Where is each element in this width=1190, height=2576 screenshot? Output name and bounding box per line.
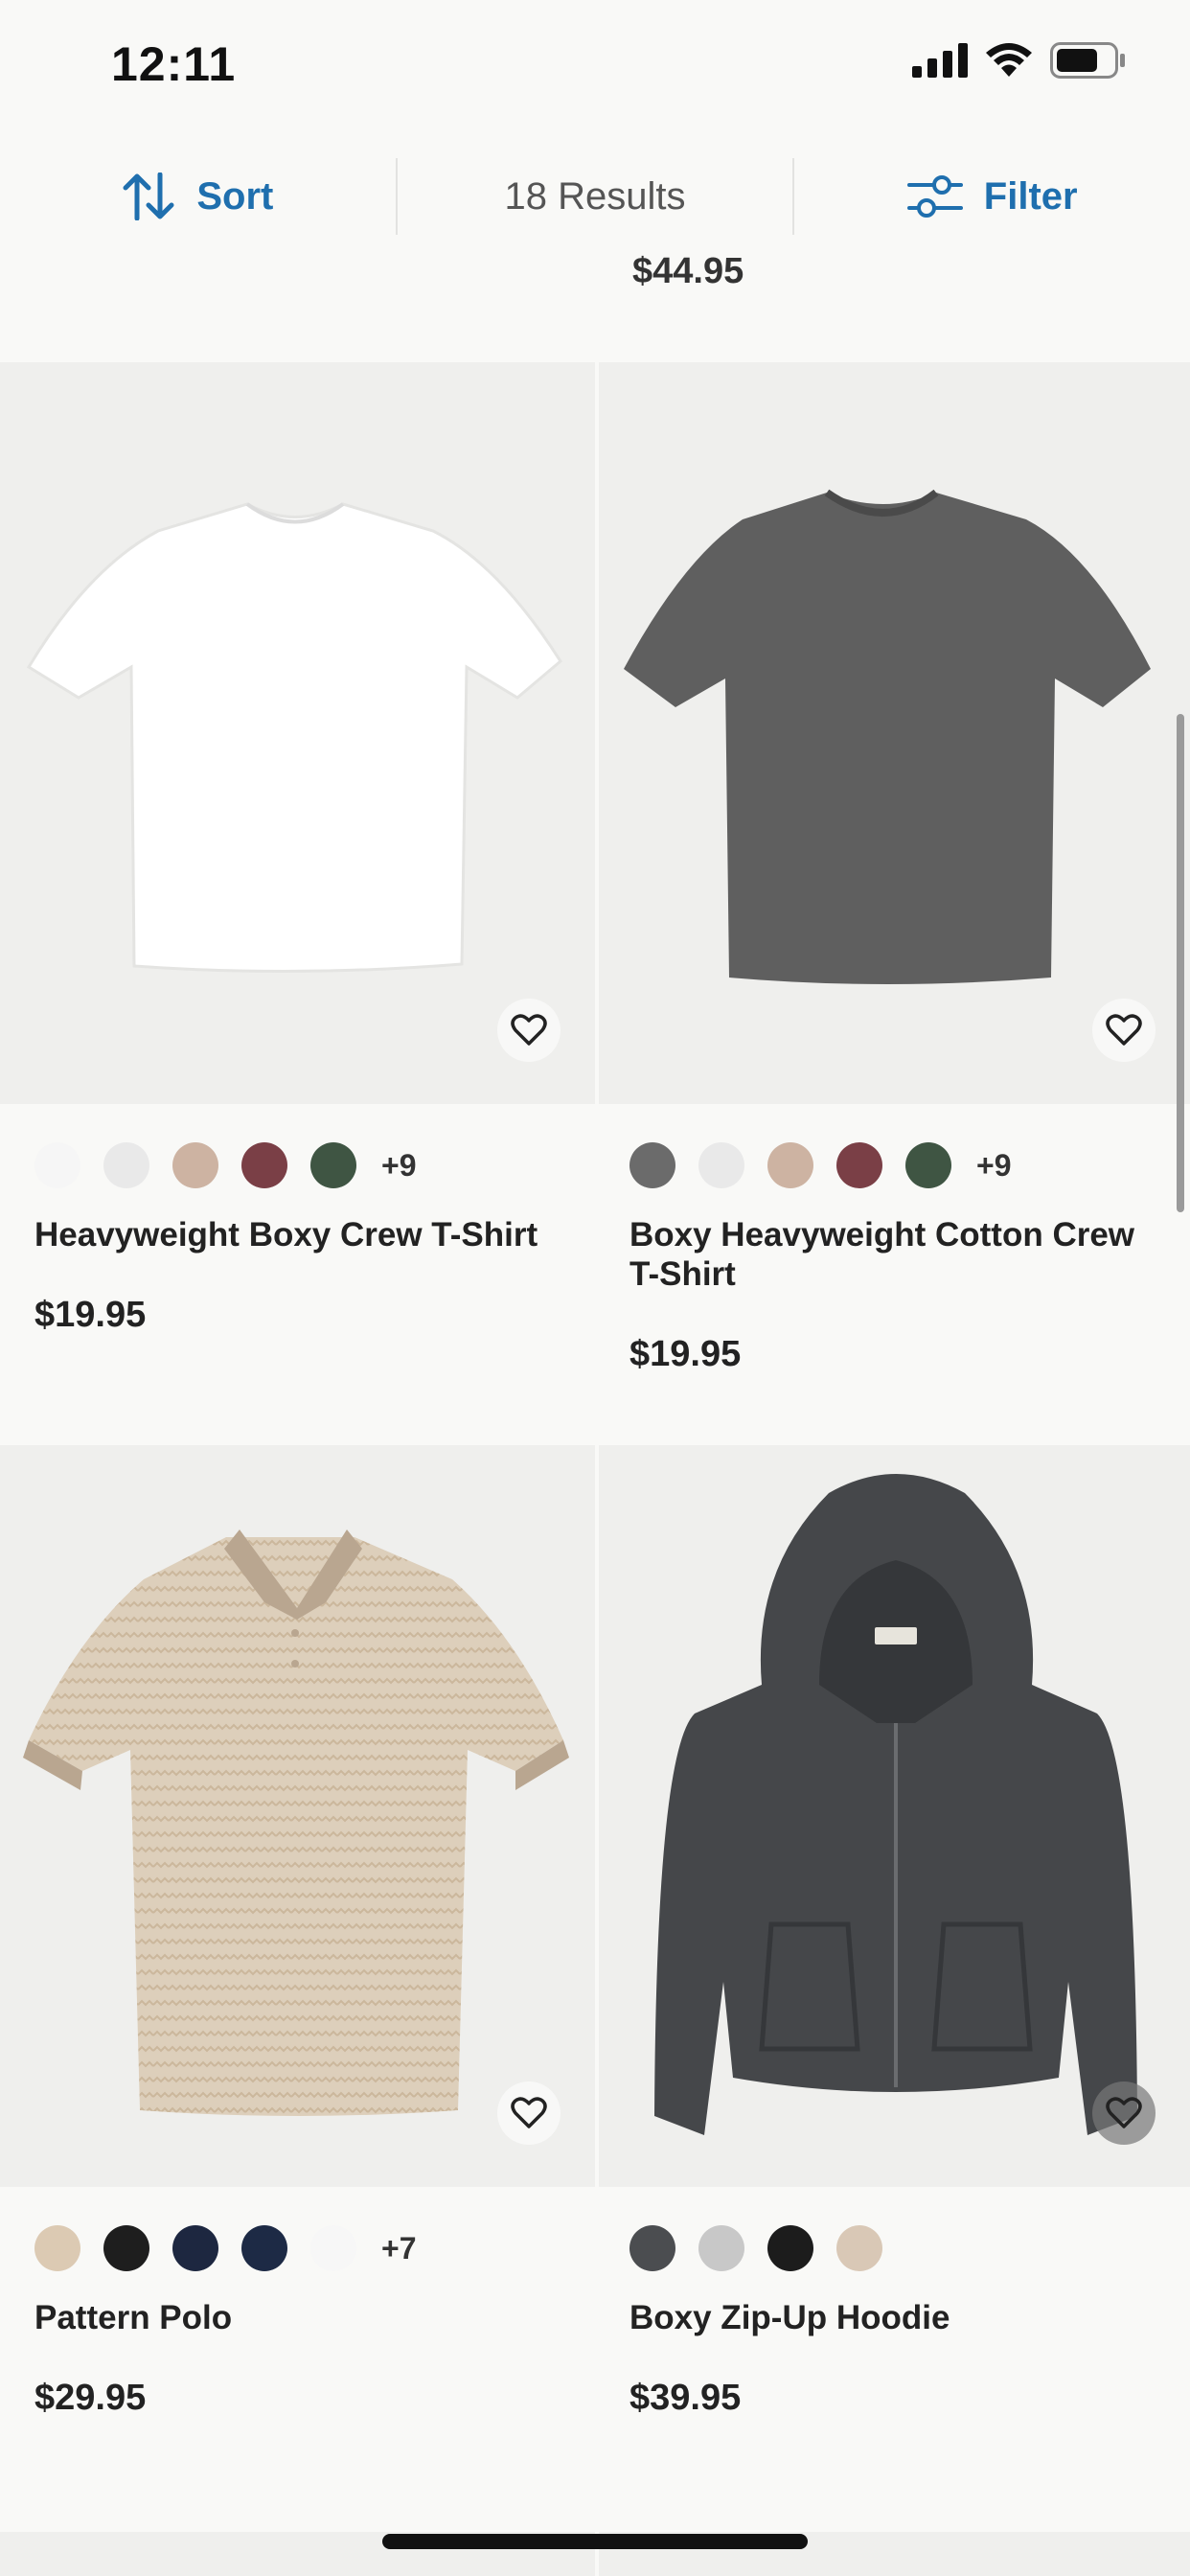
wishlist-heart-button[interactable]	[497, 999, 561, 1062]
sort-label: Sort	[196, 174, 274, 218]
product-info: +7 Pattern Polo $29.95	[0, 2187, 595, 2528]
product-card[interactable]: Boxy Zip-Up Hoodie $39.95	[595, 1445, 1190, 2528]
color-swatch[interactable]	[698, 1142, 744, 1188]
filter-sliders-icon	[906, 175, 963, 218]
home-indicator[interactable]	[382, 2534, 808, 2549]
color-swatches: +9	[34, 1104, 561, 1188]
product-name[interactable]: Boxy Zip-Up Hoodie	[629, 2298, 1156, 2337]
product-image-charcoal-tshirt[interactable]	[595, 362, 1190, 1104]
results-column: 18 Results	[395, 158, 795, 235]
wifi-icon	[986, 43, 1032, 77]
color-swatches: +9	[629, 1104, 1156, 1188]
color-swatch[interactable]	[103, 1142, 149, 1188]
more-colors-count[interactable]: +9	[381, 1148, 416, 1184]
product-info: Boxy Zip-Up Hoodie $39.95	[595, 2187, 1190, 2528]
product-card[interactable]: +7 Pattern Polo $29.95	[0, 1445, 595, 2528]
color-swatch[interactable]	[241, 2225, 287, 2271]
status-icons	[912, 42, 1127, 79]
color-swatch[interactable]	[241, 1142, 287, 1188]
signal-icon	[912, 43, 968, 78]
product-card[interactable]: +9 Heavyweight Boxy Crew T-Shirt $19.95	[0, 362, 595, 1445]
product-card[interactable]: +9 Boxy Heavyweight Cotton Crew T-Shirt …	[595, 362, 1190, 1445]
heart-icon	[1106, 2097, 1142, 2128]
color-swatches	[629, 2187, 1156, 2271]
product-price: $19.95	[629, 1334, 742, 1374]
wishlist-heart-button[interactable]	[497, 2082, 561, 2145]
color-swatch[interactable]	[767, 1142, 813, 1188]
product-row: +9 Heavyweight Boxy Crew T-Shirt $19.95	[0, 362, 1190, 1445]
status-bar: 12:11	[0, 0, 1190, 134]
product-image-pattern-polo[interactable]	[0, 1445, 595, 2187]
color-swatch[interactable]	[172, 2225, 218, 2271]
heart-icon	[511, 1014, 547, 1046]
product-price: $39.95	[629, 2378, 742, 2418]
zip-hoodie-image	[654, 1474, 1137, 2135]
product-price: $29.95	[34, 2378, 147, 2418]
color-swatch[interactable]	[103, 2225, 149, 2271]
scrollbar[interactable]	[1177, 714, 1184, 1212]
product-name[interactable]: Heavyweight Boxy Crew T-Shirt	[34, 1215, 561, 1254]
more-colors-count[interactable]: +7	[381, 2231, 416, 2266]
product-row: +7 Pattern Polo $29.95 Boxy Zip-Up Hoodi…	[0, 1445, 1190, 2528]
wishlist-heart-button[interactable]	[1092, 999, 1156, 1062]
sort-filter-toolbar: Sort 18 Results Filter	[0, 134, 1190, 259]
heart-icon	[511, 2097, 547, 2128]
color-swatch[interactable]	[629, 2225, 675, 2271]
white-tshirt-image	[26, 502, 562, 974]
color-swatch[interactable]	[310, 2225, 356, 2271]
product-name[interactable]: Pattern Polo	[34, 2298, 561, 2337]
color-swatch[interactable]	[629, 1142, 675, 1188]
charcoal-tshirt-image	[624, 489, 1151, 984]
color-swatch[interactable]	[172, 1142, 218, 1188]
color-swatch[interactable]	[836, 1142, 882, 1188]
color-swatch[interactable]	[767, 2225, 813, 2271]
previous-item-price: $44.95	[632, 251, 744, 291]
color-swatches: +7	[34, 2187, 561, 2271]
color-swatch[interactable]	[905, 1142, 951, 1188]
color-swatch[interactable]	[34, 1142, 80, 1188]
product-image-zip-hoodie[interactable]	[595, 1445, 1190, 2187]
heart-icon	[1106, 1014, 1142, 1046]
color-swatch[interactable]	[310, 1142, 356, 1188]
wishlist-heart-button[interactable]	[1092, 2082, 1156, 2145]
sort-column: Sort	[0, 158, 396, 235]
color-swatch[interactable]	[34, 2225, 80, 2271]
color-swatch[interactable]	[698, 2225, 744, 2271]
product-price: $19.95	[34, 1295, 147, 1335]
filter-button[interactable]: Filter	[906, 173, 1078, 219]
product-name[interactable]: Boxy Heavyweight Cotton Crew T-Shirt	[629, 1215, 1156, 1294]
filter-label: Filter	[983, 174, 1078, 218]
more-colors-count[interactable]: +9	[976, 1148, 1011, 1184]
battery-icon	[1050, 42, 1125, 79]
results-count: 18 Results	[504, 174, 686, 218]
sort-button[interactable]: Sort	[122, 172, 273, 220]
product-info: +9 Heavyweight Boxy Crew T-Shirt $19.95	[0, 1104, 595, 1445]
product-info: +9 Boxy Heavyweight Cotton Crew T-Shirt …	[595, 1104, 1190, 1445]
product-grid: +9 Heavyweight Boxy Crew T-Shirt $19.95	[0, 362, 1190, 2576]
sort-arrows-icon	[123, 172, 174, 220]
pattern-polo-image	[23, 1530, 569, 2116]
color-swatch[interactable]	[836, 2225, 882, 2271]
product-image-white-tshirt[interactable]	[0, 362, 595, 1104]
filter-column: Filter	[794, 158, 1190, 235]
status-time: 12:11	[111, 37, 237, 91]
